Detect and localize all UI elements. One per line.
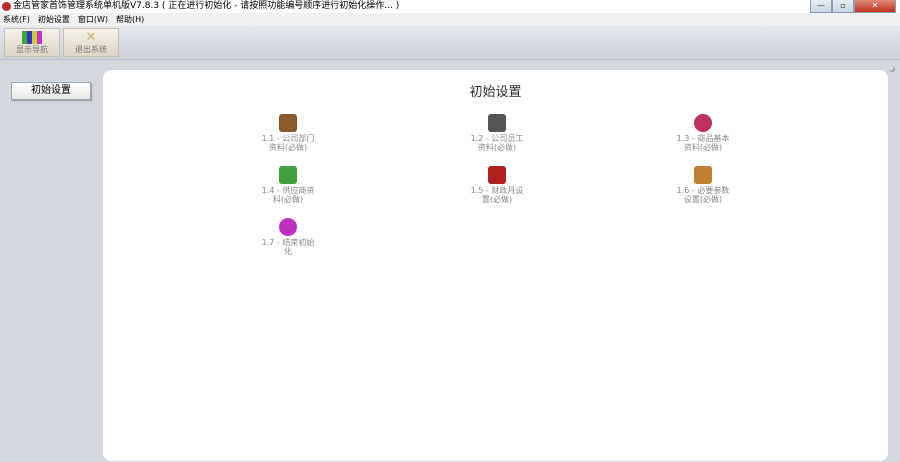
window-title: 金店管家首饰管理系统单机版V7.8.3 ( 正在进行初始化 - 请按照功能编号顺…	[13, 1, 400, 11]
app-icon	[2, 2, 11, 11]
setting-item-label: 1.1 - 公司部门资料(必做)	[261, 134, 315, 152]
maximize-button[interactable]: ▫	[832, 0, 854, 13]
calendar-icon	[488, 166, 506, 184]
show-navigation-button[interactable]: 显示导航	[4, 28, 60, 57]
setting-item-label: 1.2 - 公司员工资料(必做)	[470, 134, 524, 152]
exit-system-button[interactable]: ✕ 退出系统	[63, 28, 119, 57]
parameter-icon	[694, 166, 712, 184]
setting-item[interactable]: 1.4 - 供应商资料(必做)	[238, 166, 338, 204]
setting-item-label: 1.5 - 财政月设置(必做)	[470, 186, 524, 204]
house-icon	[279, 114, 297, 132]
rings-icon	[694, 114, 712, 132]
employee-icon	[488, 114, 506, 132]
refresh-icon	[279, 218, 297, 236]
setting-item[interactable]: 1.5 - 财政月设置(必做)	[447, 166, 547, 204]
setting-item[interactable]: 1.7 - 结束初始化	[238, 218, 338, 256]
navigation-icon	[22, 31, 42, 44]
setting-item-label: 1.6 - 必要参数设置(必做)	[676, 186, 730, 204]
title-bar: 金店管家首饰管理系统单机版V7.8.3 ( 正在进行初始化 - 请按照功能编号顺…	[0, 0, 900, 13]
menu-help[interactable]: 帮助(H)	[116, 13, 144, 26]
page-title: 初始设置	[469, 85, 522, 100]
exit-system-label: 退出系统	[75, 45, 107, 54]
setting-item[interactable]: 1.1 - 公司部门资料(必做)	[238, 114, 338, 152]
setting-item[interactable]: 1.6 - 必要参数设置(必做)	[653, 166, 753, 204]
menu-initial-settings[interactable]: 初始设置	[38, 13, 70, 26]
supplier-grid-icon	[279, 166, 297, 184]
main-panel: 初始设置 1.1 - 公司部门资料(必做) 1.2 - 公司员工资料(必做) 1.3…	[103, 70, 888, 461]
toolbar-grip	[889, 66, 895, 72]
minimize-button[interactable]: —	[810, 0, 832, 13]
show-navigation-label: 显示导航	[16, 45, 48, 54]
exit-icon: ✕	[85, 30, 97, 45]
toolbar: 显示导航 ✕ 退出系统	[0, 26, 900, 72]
menu-system[interactable]: 系统(F)	[3, 13, 30, 26]
setting-item[interactable]: 1.3 - 商品基本资料(必做)	[653, 114, 753, 152]
close-button[interactable]: ✕	[854, 0, 896, 13]
nav-initial-settings[interactable]: 初始设置	[11, 82, 91, 100]
setting-item-label: 1.7 - 结束初始化	[261, 238, 315, 256]
setting-item-label: 1.3 - 商品基本资料(必做)	[676, 134, 730, 152]
menu-bar: 系统(F) 初始设置 窗口(W) 帮助(H)	[0, 13, 900, 26]
setting-item-label: 1.4 - 供应商资料(必做)	[261, 186, 315, 204]
setting-item[interactable]: 1.2 - 公司员工资料(必做)	[447, 114, 547, 152]
menu-window[interactable]: 窗口(W)	[78, 13, 108, 26]
